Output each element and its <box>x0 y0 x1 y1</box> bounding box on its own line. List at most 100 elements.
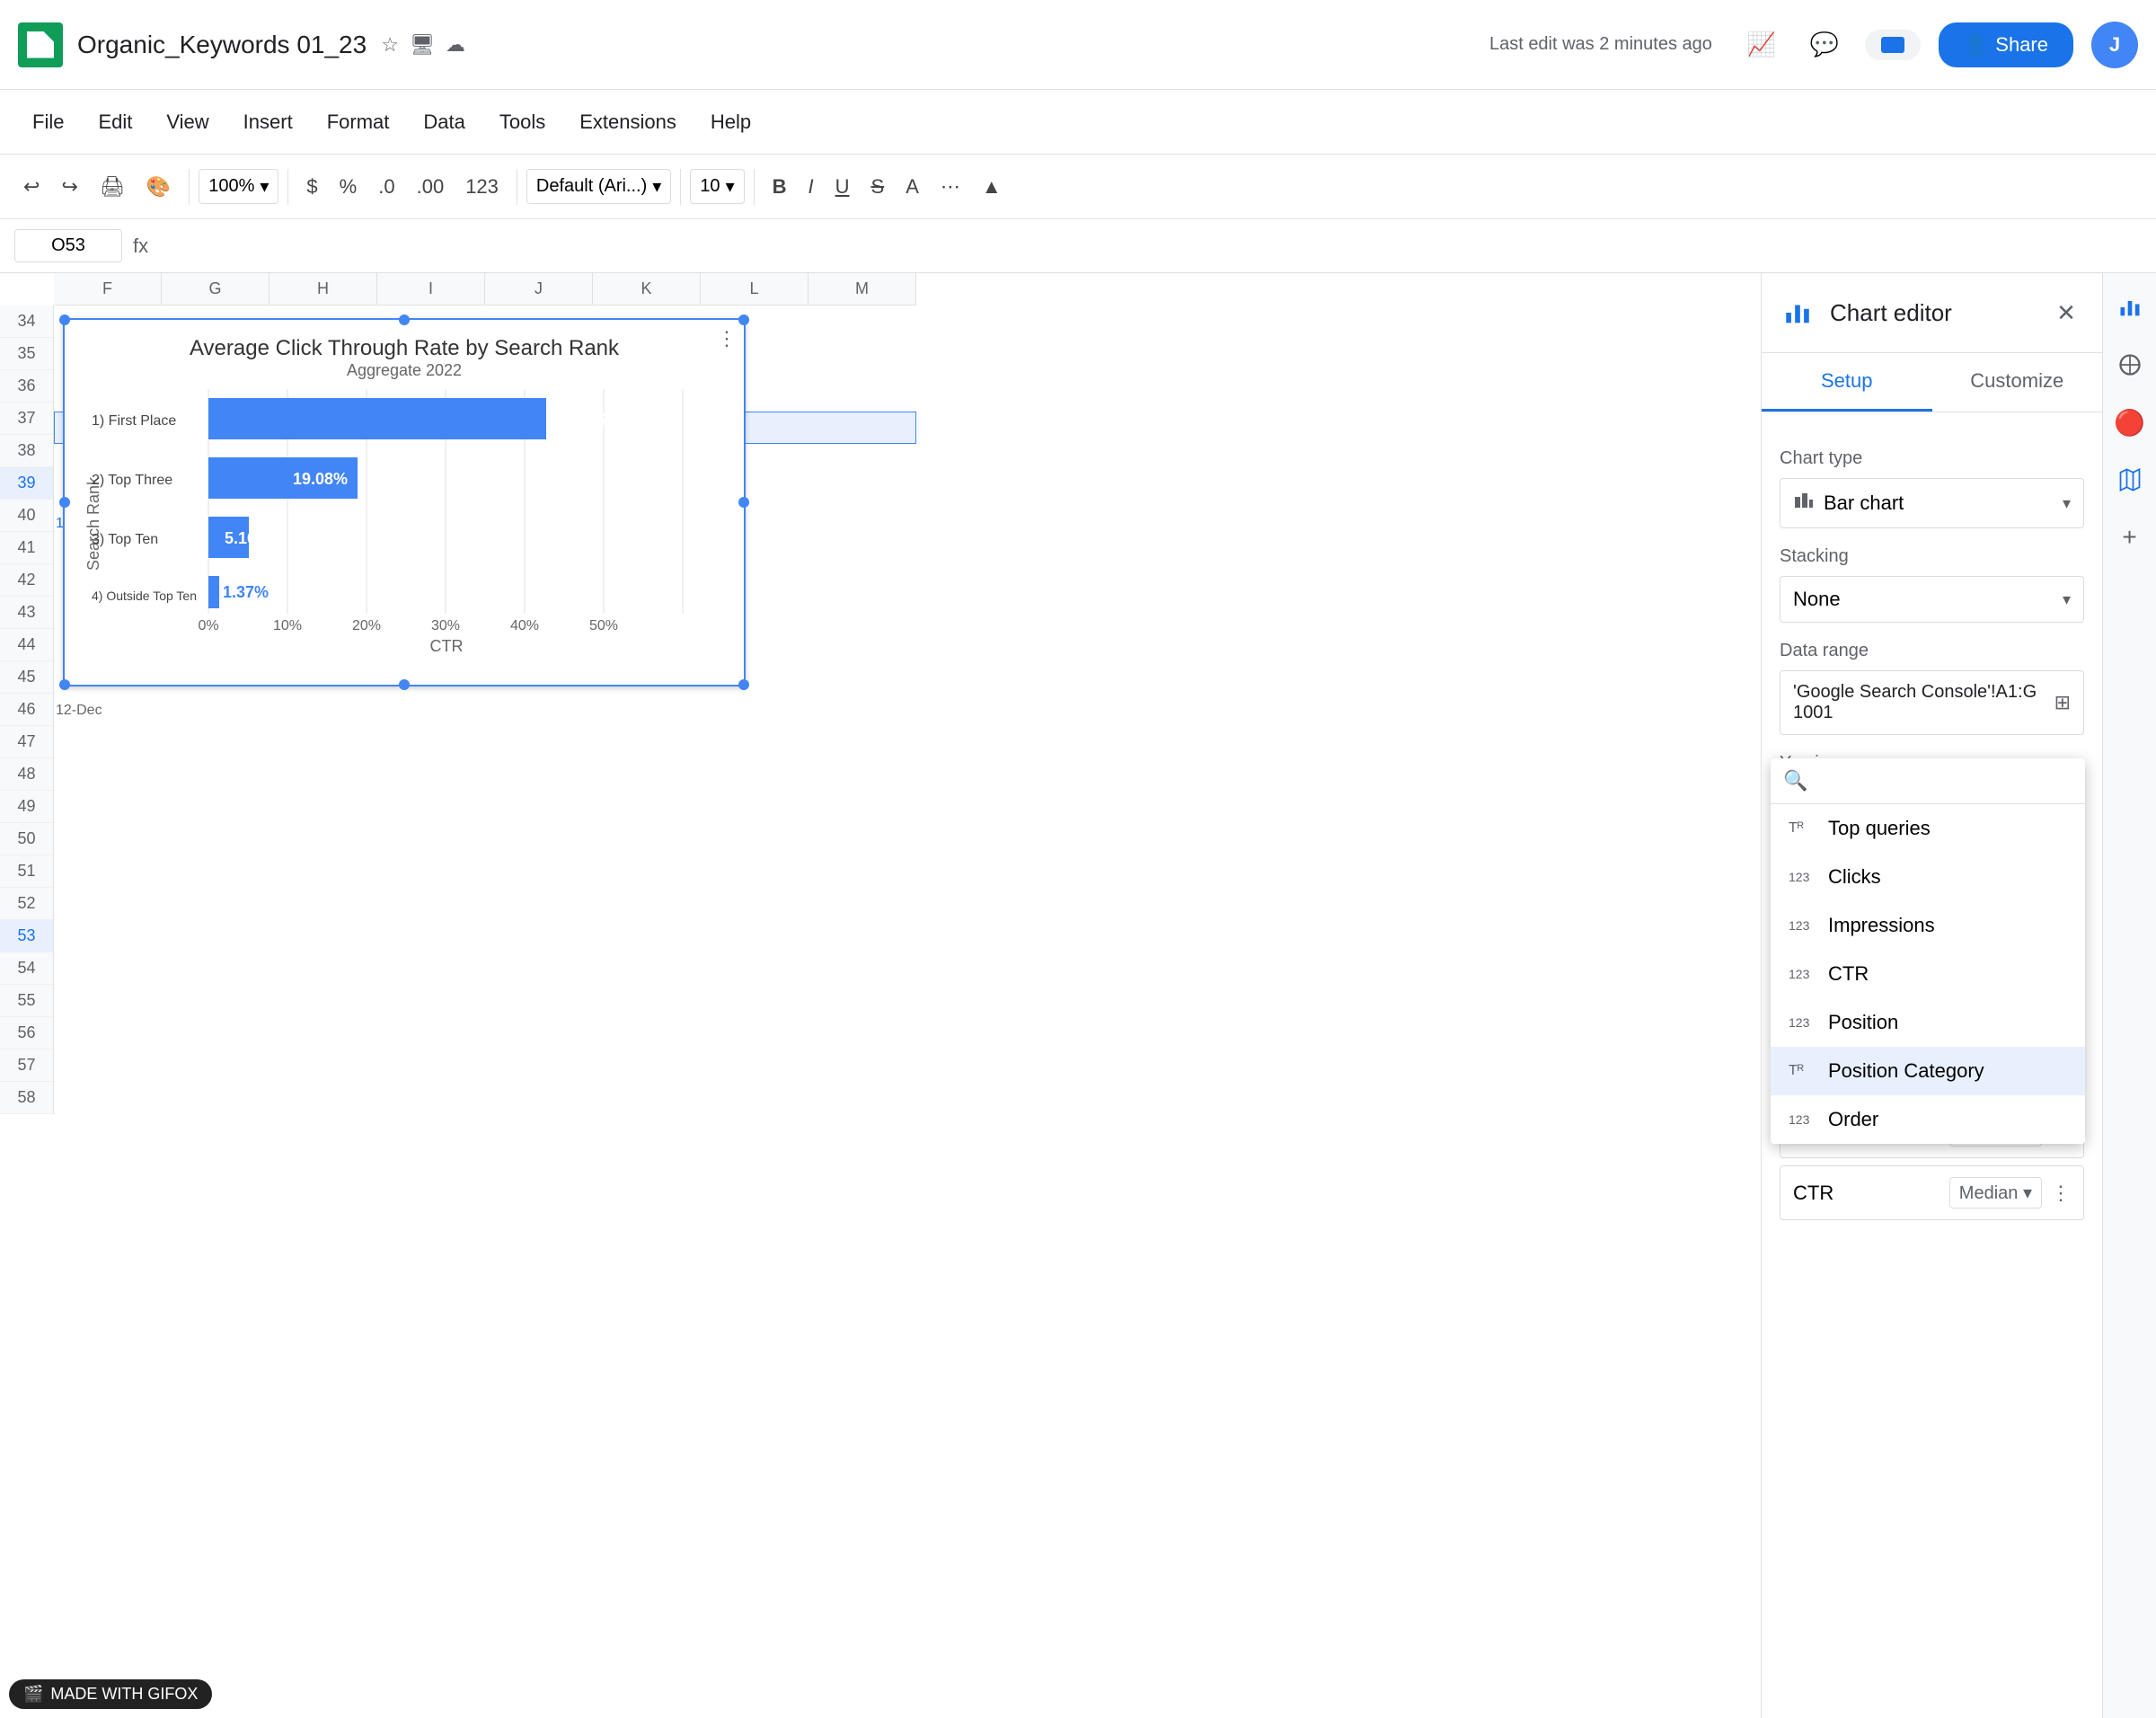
menu-extensions[interactable]: Extensions <box>565 103 691 141</box>
file-title: Organic_Keywords 01_23 <box>77 31 367 59</box>
series-label-2: CTR <box>1793 1182 1940 1205</box>
tab-customize[interactable]: Customize <box>1932 353 2103 412</box>
decimal0-button[interactable]: .0 <box>369 168 403 206</box>
menu-edit[interactable]: Edit <box>84 103 146 141</box>
avatar[interactable]: J <box>2091 22 2138 68</box>
text-color-button[interactable]: A <box>897 168 928 206</box>
sidebar-icon-chart[interactable] <box>2110 288 2150 327</box>
italic-button[interactable]: I <box>800 168 823 206</box>
star-icon[interactable]: ☆ <box>381 33 399 57</box>
top-actions: 📈 💬 👤 Share J <box>1739 22 2138 68</box>
dropdown-item-order[interactable]: 123 Order <box>1771 1095 2085 1144</box>
chart-handle-ml[interactable] <box>59 497 70 508</box>
redo-button[interactable]: ↪ <box>52 168 86 206</box>
col-header-i: I <box>377 273 485 305</box>
menu-insert[interactable]: Insert <box>229 103 307 141</box>
chart-handle-br[interactable] <box>738 679 749 690</box>
comment-icon[interactable]: 💬 <box>1802 22 1847 67</box>
close-chart-editor-button[interactable]: ✕ <box>2048 295 2084 331</box>
dropdown-item-ctr[interactable]: 123 CTR <box>1771 950 2085 998</box>
chart-handle-tm[interactable] <box>399 314 410 325</box>
font-select[interactable]: Default (Ari...) ▾ <box>526 169 671 204</box>
col-header-j: J <box>485 273 593 305</box>
underline-button[interactable]: U <box>826 168 859 206</box>
bold-button[interactable]: B <box>764 168 796 206</box>
more-button[interactable]: ⋯ <box>932 168 969 206</box>
format-number-button[interactable]: 123 <box>456 168 508 206</box>
row-53: 53 <box>0 920 53 952</box>
sidebar-icon-add[interactable]: + <box>2110 518 2150 557</box>
chart-menu-button[interactable]: ⋮ <box>717 327 737 350</box>
undo-button[interactable]: ↩ <box>14 168 49 206</box>
cell-reference[interactable]: O53 <box>14 229 122 262</box>
dropdown-item-impressions[interactable]: 123 Impressions <box>1771 901 2085 950</box>
cloud-icon[interactable]: ☁ <box>446 33 465 57</box>
stacking-dropdown[interactable]: None ▾ <box>1780 576 2084 623</box>
sidebar-icon-red[interactable]: 🔴 <box>2110 403 2150 442</box>
percent-button[interactable]: % <box>331 168 367 206</box>
paint-format-button[interactable]: 🎨 <box>137 168 180 206</box>
zoom-select[interactable]: 100% ▾ <box>199 169 278 204</box>
currency-button[interactable]: $ <box>297 168 326 206</box>
row-52: 52 <box>0 888 53 920</box>
dropdown-item-position[interactable]: 123 Position <box>1771 998 2085 1047</box>
sidebar-icon-explore[interactable] <box>2110 345 2150 385</box>
chart-handle-bm[interactable] <box>399 679 410 690</box>
stacking-label: Stacking <box>1780 546 2084 567</box>
yaxis-search-input[interactable] <box>1816 769 2075 793</box>
svg-text:5.16%: 5.16% <box>225 529 270 547</box>
row-48: 48 <box>0 758 53 791</box>
row-46: 46 <box>0 694 53 726</box>
menu-view[interactable]: View <box>152 103 223 141</box>
share-button[interactable]: 👤 Share <box>1939 22 2073 67</box>
series-three-dot-2[interactable]: ⋮ <box>2051 1182 2071 1205</box>
menu-tools[interactable]: Tools <box>485 103 560 141</box>
row-45: 45 <box>0 661 53 694</box>
bar-1 <box>208 398 546 439</box>
row-numbers: 34 35 36 37 38 39 40 41 42 43 44 45 46 4… <box>0 306 54 1114</box>
collapse-button[interactable]: ▲ <box>973 168 1011 206</box>
dropdown-item-top-queries[interactable]: Tᴿ Top queries <box>1771 804 2085 853</box>
row-43: 43 <box>0 597 53 629</box>
gifox-icon: 🎬 <box>23 1685 43 1704</box>
editor-body: Chart type Bar chart ▾ Stacking None ▾ D… <box>1762 412 2102 1718</box>
strikethrough-button[interactable]: S <box>862 168 894 206</box>
drive-icon[interactable]: 🖥 <box>410 33 435 57</box>
toolbar: ↩ ↪ 🖨 🎨 100% ▾ $ % .0 .00 123 Default (A… <box>0 155 2156 219</box>
chart-title: Average Click Through Rate by Search Ran… <box>65 320 744 361</box>
item-type-icon-6: 123 <box>1789 1112 1816 1127</box>
meet-button[interactable] <box>1865 30 1921 60</box>
analytics-icon[interactable]: 📈 <box>1739 22 1784 67</box>
chart-handle-tr[interactable] <box>738 314 749 325</box>
chart-editor-header: Chart editor ✕ <box>1762 273 2102 353</box>
chart-editor-title: Chart editor <box>1830 299 2034 327</box>
row-54: 54 <box>0 952 53 985</box>
title-icons: ☆ 🖥 ☁ <box>381 33 465 57</box>
menu-file[interactable]: File <box>18 103 78 141</box>
tab-setup[interactable]: Setup <box>1762 353 1932 412</box>
sidebar-icon-maps[interactable] <box>2110 460 2150 500</box>
dropdown-item-clicks[interactable]: 123 Clicks <box>1771 853 2085 901</box>
chart-wrapper[interactable]: ⋮ Average Click Through Rate by Search R… <box>63 318 746 686</box>
dropdown-item-position-category[interactable]: Tᴿ Position Category <box>1771 1047 2085 1095</box>
chart-handle-tl[interactable] <box>59 314 70 325</box>
series-dropdown-2[interactable]: Median ▾ <box>1949 1177 2042 1209</box>
chart-handle-mr[interactable] <box>738 497 749 508</box>
menu-bar: File Edit View Insert Format Data Tools … <box>0 90 2156 155</box>
row-42: 42 <box>0 564 53 597</box>
font-size-select[interactable]: 10 ▾ <box>690 169 744 204</box>
row-37: 37 <box>0 403 53 435</box>
print-button[interactable]: 🖨 <box>91 168 134 206</box>
grid-icon-button[interactable]: ⊞ <box>2054 691 2071 714</box>
menu-format[interactable]: Format <box>313 103 404 141</box>
menu-data[interactable]: Data <box>409 103 479 141</box>
toolbar-divider-5 <box>754 169 755 205</box>
chart-type-dropdown[interactable]: Bar chart ▾ <box>1780 478 2084 528</box>
row-38: 38 <box>0 435 53 467</box>
svg-text:Search Rank: Search Rank <box>84 476 102 571</box>
grid-toggle-icon[interactable]: ⊞ <box>2084 769 2085 793</box>
decimal00-button[interactable]: .00 <box>408 168 454 206</box>
row-40: 40 <box>0 500 53 532</box>
menu-help[interactable]: Help <box>696 103 765 141</box>
chart-handle-bl[interactable] <box>59 679 70 690</box>
